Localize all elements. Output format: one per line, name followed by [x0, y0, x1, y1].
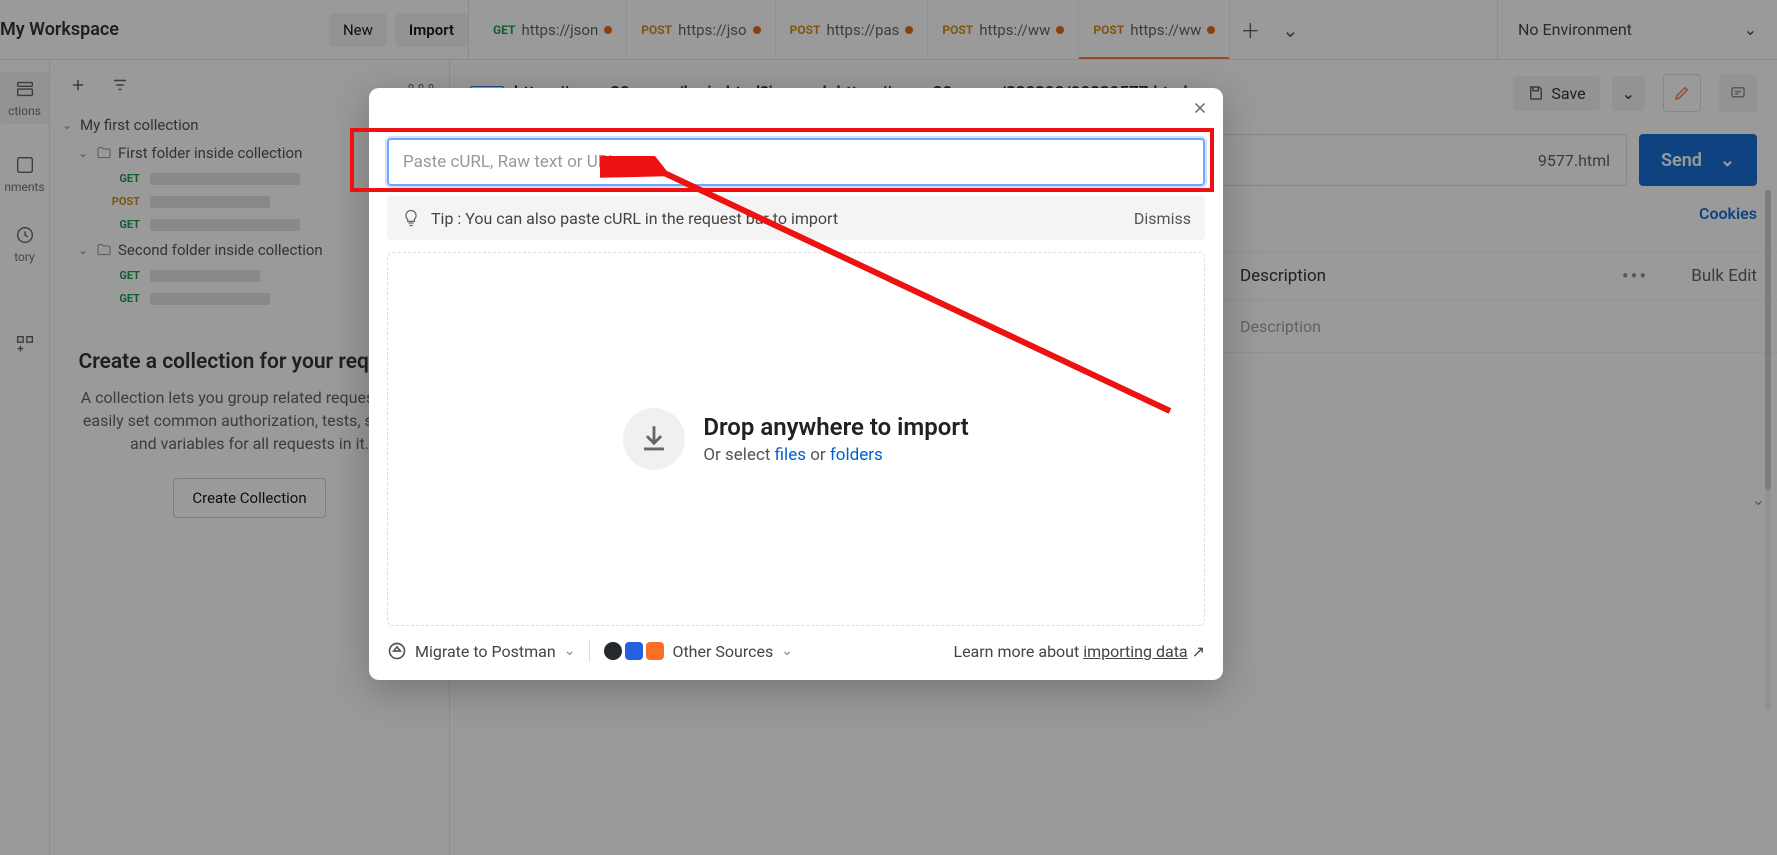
external-link-icon: ↗ — [1192, 642, 1205, 661]
dropzone-text: Drop anywhere to import Or select files … — [703, 413, 968, 465]
import-icon — [623, 408, 685, 470]
divider — [589, 640, 590, 662]
learn-more-link[interactable]: Learn more about importing data ↗ — [953, 642, 1205, 661]
modal-footer: Migrate to Postman ⌄ Other Sources ⌄ Lea… — [387, 626, 1205, 662]
tip-dismiss-button[interactable]: Dismiss — [1134, 209, 1191, 228]
other-sources-button[interactable]: Other Sources ⌄ — [604, 642, 793, 661]
modal-close-button[interactable] — [1191, 98, 1209, 123]
migrate-icon — [387, 641, 407, 661]
lightbulb-icon — [401, 208, 421, 228]
migrate-button[interactable]: Migrate to Postman ⌄ — [387, 641, 575, 661]
select-files-link[interactable]: files — [775, 445, 806, 465]
import-text-input[interactable] — [387, 138, 1205, 186]
import-dropzone[interactable]: Drop anywhere to import Or select files … — [387, 252, 1205, 626]
chevron-down-icon: ⌄ — [781, 643, 793, 659]
import-modal: Tip : You can also paste cURL in the req… — [369, 88, 1223, 680]
tip-bar: Tip : You can also paste cURL in the req… — [387, 196, 1205, 240]
chevron-down-icon: ⌄ — [564, 643, 576, 659]
select-folders-link[interactable]: folders — [830, 445, 883, 465]
close-icon — [1191, 99, 1209, 117]
source-logos-icon — [604, 642, 664, 660]
